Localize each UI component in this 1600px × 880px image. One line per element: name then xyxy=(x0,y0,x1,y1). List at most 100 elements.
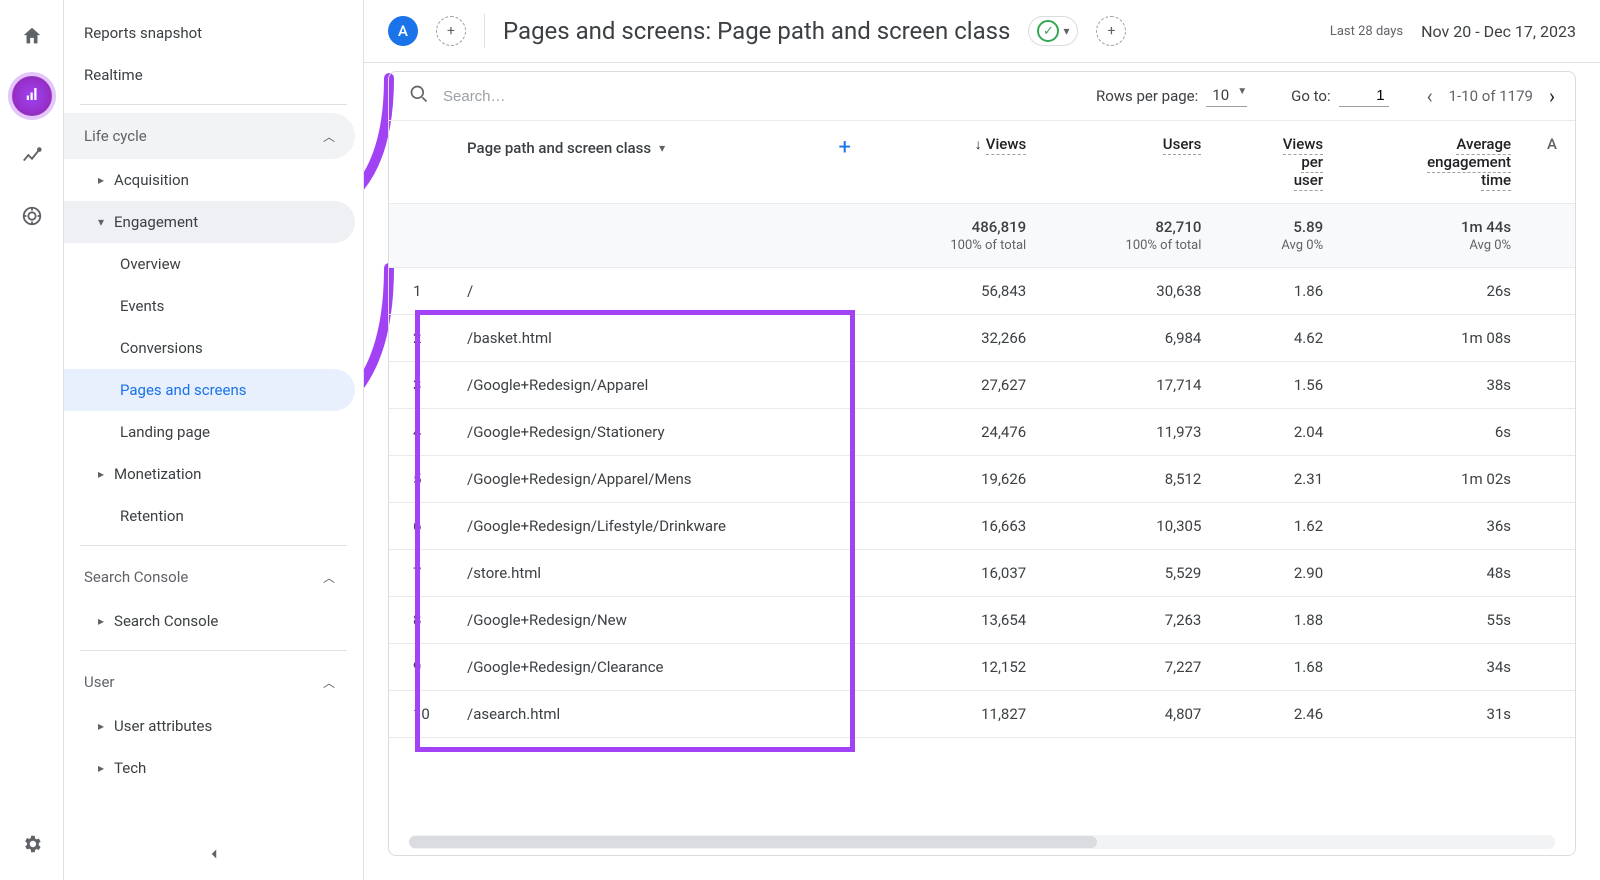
row-index: 6 xyxy=(389,503,449,550)
chevron-up-icon: ︿ xyxy=(323,569,335,586)
row-path[interactable]: /Google+Redesign/Stationery xyxy=(449,409,869,456)
sidebar-group-user[interactable]: User ︿ xyxy=(64,659,355,705)
row-index: 7 xyxy=(389,550,449,597)
dimension-dropdown[interactable]: Page path and screen class ▾ xyxy=(467,139,665,157)
row-path[interactable]: /basket.html xyxy=(449,315,869,362)
sidebar-item-retention[interactable]: Retention xyxy=(64,495,355,537)
row-vpu: 1.68 xyxy=(1219,644,1341,691)
table-row[interactable]: 6/Google+Redesign/Lifestyle/Drinkware16,… xyxy=(389,503,1575,550)
prev-page-button[interactable]: ‹ xyxy=(1427,84,1433,108)
status-pill[interactable]: ✓ ▾ xyxy=(1028,16,1078,46)
row-path[interactable]: /Google+Redesign/New xyxy=(449,597,869,644)
report-table: Page path and screen class ▾ + ↓Views Us… xyxy=(389,121,1575,738)
sidebar-item-monetization[interactable]: ▸ Monetization xyxy=(64,453,355,495)
table-row[interactable]: 2/basket.html32,2666,9844.621m 08s xyxy=(389,315,1575,362)
summary-row: 486,819100% of total 82,710100% of total… xyxy=(389,204,1575,268)
col-views-per-user[interactable]: Views per user xyxy=(1219,121,1341,204)
row-users: 7,263 xyxy=(1044,597,1219,644)
add-comparison-button[interactable]: + xyxy=(436,16,466,46)
sidebar-group-search-console[interactable]: Search Console ︿ xyxy=(64,554,355,600)
sidebar-item-user-attributes[interactable]: ▸ User attributes xyxy=(64,705,355,747)
table-row[interactable]: 4/Google+Redesign/Stationery24,47611,973… xyxy=(389,409,1575,456)
row-users: 17,714 xyxy=(1044,362,1219,409)
search-input[interactable] xyxy=(443,88,723,105)
row-path[interactable]: /Google+Redesign/Clearance xyxy=(449,644,869,691)
rows-per-page-select[interactable]: 10 ▼ xyxy=(1206,86,1247,107)
row-path[interactable]: / xyxy=(449,268,869,315)
reports-icon[interactable] xyxy=(12,76,52,116)
caret-right-icon: ▸ xyxy=(98,761,104,775)
explore-icon[interactable] xyxy=(12,136,52,176)
row-views: 11,827 xyxy=(869,691,1044,738)
home-icon[interactable] xyxy=(12,16,52,56)
col-avg-engagement-time[interactable]: Average engagement time xyxy=(1341,121,1529,204)
sidebar-group-lifecycle[interactable]: Life cycle ︿ xyxy=(64,113,355,159)
sidebar-group-label: Life cycle xyxy=(84,127,147,145)
sidebar-item-engagement[interactable]: ▾ Engagement xyxy=(64,201,355,243)
sidebar-item-tech[interactable]: ▸ Tech xyxy=(64,747,355,789)
table-row[interactable]: 1/56,84330,6381.8626s xyxy=(389,268,1575,315)
sidebar-item-label: Engagement xyxy=(114,213,198,231)
sidebar-item-search-console[interactable]: ▸ Search Console xyxy=(64,600,355,642)
sidebar-item-label: Tech xyxy=(114,759,146,777)
caret-right-icon: ▸ xyxy=(98,173,104,187)
sidebar-item-events[interactable]: Events xyxy=(64,285,355,327)
row-users: 8,512 xyxy=(1044,456,1219,503)
row-vpu: 1.62 xyxy=(1219,503,1341,550)
row-users: 4,807 xyxy=(1044,691,1219,738)
col-views[interactable]: ↓Views xyxy=(869,121,1044,204)
row-path[interactable]: /Google+Redesign/Apparel xyxy=(449,362,869,409)
row-index: 3 xyxy=(389,362,449,409)
row-views: 27,627 xyxy=(869,362,1044,409)
sidebar-item-overview[interactable]: Overview xyxy=(64,243,355,285)
row-index: 2 xyxy=(389,315,449,362)
settings-icon[interactable] xyxy=(12,824,52,864)
table-row[interactable]: 10/asearch.html11,8274,8072.4631s xyxy=(389,691,1575,738)
row-index: 1 xyxy=(389,268,449,315)
add-dimension-button[interactable]: + xyxy=(839,135,851,160)
row-path[interactable]: /asearch.html xyxy=(449,691,869,738)
caret-down-icon: ▾ xyxy=(98,215,104,229)
sidebar-item-landing-page[interactable]: Landing page xyxy=(64,411,355,453)
row-aet: 1m 08s xyxy=(1341,315,1529,362)
sidebar-item-acquisition[interactable]: ▸ Acquisition xyxy=(64,159,355,201)
row-vpu: 4.62 xyxy=(1219,315,1341,362)
row-vpu: 2.90 xyxy=(1219,550,1341,597)
sidebar-reports-snapshot[interactable]: Reports snapshot xyxy=(64,12,363,54)
table-wrap[interactable]: Page path and screen class ▾ + ↓Views Us… xyxy=(389,121,1575,835)
table-row[interactable]: 8/Google+Redesign/New13,6547,2631.8855s xyxy=(389,597,1575,644)
rows-per-page-label: Rows per page: xyxy=(1096,87,1198,105)
row-aet: 38s xyxy=(1341,362,1529,409)
table-row[interactable]: 5/Google+Redesign/Apparel/Mens19,6268,51… xyxy=(389,456,1575,503)
sidebar-item-pages-screens[interactable]: Pages and screens xyxy=(64,369,355,411)
customize-report-button[interactable]: + xyxy=(1096,16,1126,46)
table-row[interactable]: 7/store.html16,0375,5292.9048s xyxy=(389,550,1575,597)
row-path[interactable]: /Google+Redesign/Lifestyle/Drinkware xyxy=(449,503,869,550)
row-vpu: 1.88 xyxy=(1219,597,1341,644)
sidebar-item-conversions[interactable]: Conversions xyxy=(64,327,355,369)
card-toolbar: Rows per page: 10 ▼ Go to: ‹ 1-10 of 117… xyxy=(389,72,1575,121)
chevron-up-icon: ︿ xyxy=(323,674,335,691)
goto-input[interactable] xyxy=(1339,85,1389,107)
account-chip[interactable]: A xyxy=(388,16,418,46)
next-page-button[interactable]: › xyxy=(1549,84,1555,108)
horizontal-scrollbar[interactable] xyxy=(409,835,1555,849)
row-views: 56,843 xyxy=(869,268,1044,315)
table-row[interactable]: 3/Google+Redesign/Apparel27,62717,7141.5… xyxy=(389,362,1575,409)
row-path[interactable]: /store.html xyxy=(449,550,869,597)
table-row[interactable]: 9/Google+Redesign/Clearance12,1527,2271.… xyxy=(389,644,1575,691)
chevron-down-icon: ▾ xyxy=(1063,24,1069,38)
row-path[interactable]: /Google+Redesign/Apparel/Mens xyxy=(449,456,869,503)
sidebar-realtime[interactable]: Realtime xyxy=(64,54,363,96)
sidebar-item-label: Search Console xyxy=(114,612,218,630)
sidebar: Reports snapshot Realtime Life cycle ︿ ▸… xyxy=(64,0,364,880)
date-range-picker[interactable]: Nov 20 - Dec 17, 2023 xyxy=(1421,22,1576,41)
row-users: 7,227 xyxy=(1044,644,1219,691)
row-vpu: 2.31 xyxy=(1219,456,1341,503)
chevron-down-icon: ▾ xyxy=(659,141,665,155)
collapse-sidebar-button[interactable] xyxy=(205,845,223,868)
row-index: 8 xyxy=(389,597,449,644)
col-users[interactable]: Users xyxy=(1044,121,1219,204)
row-users: 11,973 xyxy=(1044,409,1219,456)
advertising-icon[interactable] xyxy=(12,196,52,236)
